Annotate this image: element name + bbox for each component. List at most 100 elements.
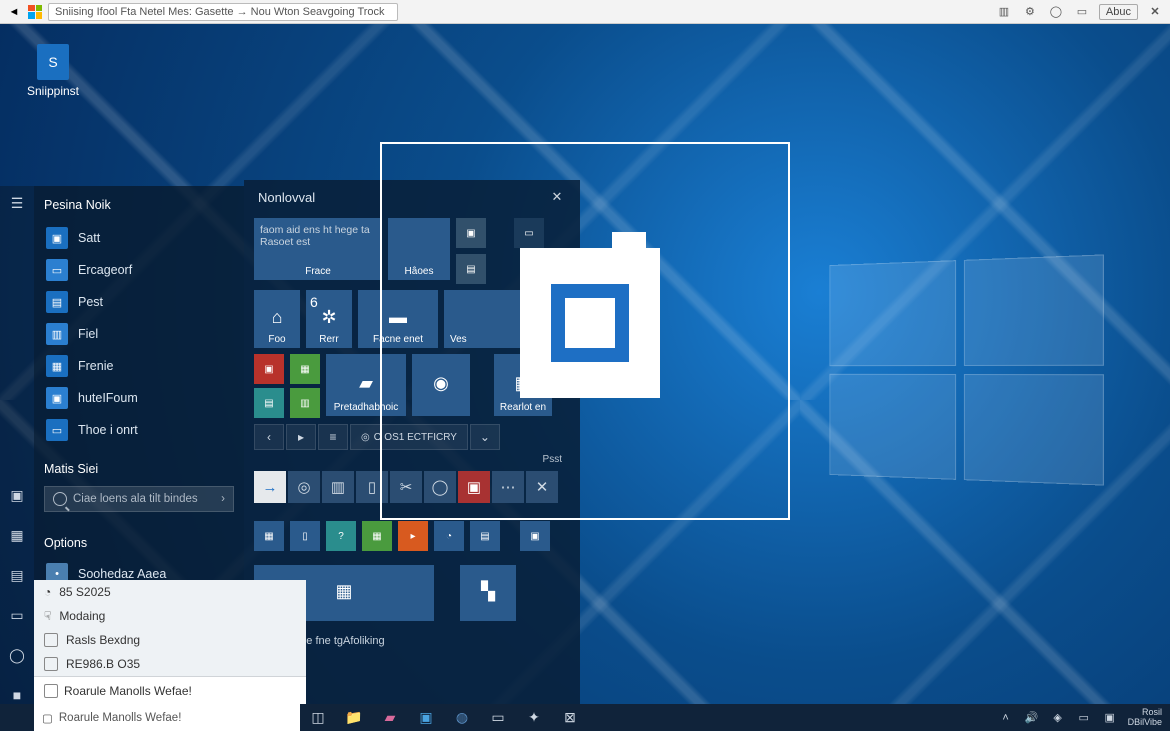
browser-top-bar: ◄ Sniising Ifool Fta Netel Mes: Gasette … xyxy=(0,0,1170,24)
lower-tile-7[interactable]: ▤ xyxy=(470,521,500,551)
taskbar-clock[interactable]: Rosil DBilVibe xyxy=(1128,708,1162,728)
window-icon[interactable]: ▭ xyxy=(1073,3,1091,21)
rail-hamburger-icon[interactable]: ☰ xyxy=(8,194,26,212)
ctrl-label-button[interactable]: ◎O OS1 ECTFICRY xyxy=(350,424,468,450)
start-item-5[interactable]: ▣huteIFoum xyxy=(44,382,234,414)
tray-battery-icon[interactable]: ▭ xyxy=(1076,710,1092,726)
magnifier-icon xyxy=(53,492,67,506)
start-item-3[interactable]: ▥Fiel xyxy=(44,318,234,350)
list-item-icon: ▤ xyxy=(46,291,68,313)
lower-tile-4[interactable]: ▦ xyxy=(362,521,392,551)
ctrl-eq-icon[interactable]: ≡ xyxy=(318,424,348,450)
tile-small-green[interactable]: ▦ xyxy=(290,354,320,384)
lower-tile-6[interactable]: ◔ xyxy=(434,521,464,551)
flag-icon: ▰ xyxy=(359,373,373,394)
tile-ves[interactable]: Ves xyxy=(444,290,524,348)
tray-volume-icon[interactable]: 🔊 xyxy=(1024,710,1040,726)
shortcut-label: Sniippinst xyxy=(18,84,88,98)
popup-row-0[interactable]: ◔85 S2025 xyxy=(34,580,306,604)
taskbar-store-icon[interactable]: ▰ xyxy=(372,704,408,731)
popup-row-1[interactable]: ☟Modaing xyxy=(34,604,306,628)
toolbar-arrow-icon[interactable]: → xyxy=(254,471,286,503)
lower-tile-1[interactable]: ▦ xyxy=(254,521,284,551)
tray-network-icon[interactable]: ◈ xyxy=(1050,710,1066,726)
tile-facne[interactable]: ▬Facne enet xyxy=(358,290,438,348)
start-item-4[interactable]: ▦Frenie xyxy=(44,350,234,382)
lower-tile-2[interactable]: ▯ xyxy=(290,521,320,551)
top-right-button[interactable]: Abuc xyxy=(1099,4,1138,20)
taskbar-search-input[interactable]: ▢ Roarule Manolls Wefae! xyxy=(34,704,300,731)
rail-apps-icon[interactable]: ▦ xyxy=(8,526,26,544)
tile-sub-text: faom aid ens ht hege ta Rasoet est xyxy=(260,224,376,248)
lower-wide-tile-2[interactable]: ▚ xyxy=(460,565,516,621)
rail-windows-icon[interactable]: ■ xyxy=(8,686,26,704)
start-item-2[interactable]: ▤Pest xyxy=(44,286,234,318)
rail-power-icon[interactable]: ◯ xyxy=(8,646,26,664)
taskbar-tools-icon[interactable]: ✦ xyxy=(516,704,552,731)
tile-small-1[interactable]: ▣ xyxy=(456,218,486,248)
tile-small-green2[interactable]: ▥ xyxy=(290,388,320,418)
popup-row-3[interactable]: RE986.B O35 xyxy=(34,652,306,676)
profile-icon[interactable]: ◯ xyxy=(1047,3,1065,21)
tile-small-teal[interactable]: ▤ xyxy=(254,388,284,418)
taskbar-edge-icon[interactable]: ◍ xyxy=(444,704,480,731)
star-icon: ✲ xyxy=(321,307,336,328)
toolbar-circle-icon[interactable]: ◯ xyxy=(424,471,456,503)
lower-tile-8[interactable]: ▣ xyxy=(520,521,550,551)
toolbar-record-icon[interactable]: ▣ xyxy=(458,471,490,503)
tile-text-block[interactable]: faom aid ens ht hege ta Rasoet est Frace xyxy=(254,218,382,280)
back-icon[interactable]: ◄ xyxy=(6,4,22,20)
toolbar-bars-icon[interactable]: ▥ xyxy=(322,471,354,503)
search-placeholder: Ciae loens ala tilt bindes xyxy=(73,493,198,505)
tile-foo[interactable]: ⌂Foo xyxy=(254,290,300,348)
tile-pretad[interactable]: ▰Pretadhabhoic xyxy=(326,354,406,416)
square-icon: ▢ xyxy=(42,711,53,725)
start-item-0[interactable]: ▣Satt xyxy=(44,222,234,254)
start-section-2-header: Matis Siei xyxy=(44,462,234,476)
rail-grid-icon[interactable]: ▤ xyxy=(8,566,26,584)
toolbar-scissors-icon[interactable]: ✂ xyxy=(390,471,422,503)
tray-lang-icon[interactable]: ▣ xyxy=(1102,710,1118,726)
lower-tile-5[interactable]: ▸ xyxy=(398,521,428,551)
rail-pin-icon[interactable]: ▣ xyxy=(8,486,26,504)
start-item-label: huteIFoum xyxy=(78,391,138,405)
taskbar-mail-icon[interactable]: ▣ xyxy=(408,704,444,731)
tile-haoes[interactable]: Hâoes xyxy=(388,218,450,280)
toolbar-wrench-icon[interactable]: ✕ xyxy=(526,471,558,503)
start-item-label: Ercageorf xyxy=(78,263,132,277)
taskbar-taskview-icon[interactable]: ◫ xyxy=(300,704,336,731)
tile-rerr[interactable]: ✲6Rerr xyxy=(306,290,352,348)
windows-four-color-icon[interactable] xyxy=(28,5,42,19)
toolbar-target-icon[interactable]: ◎ xyxy=(288,471,320,503)
taskbar-explorer-icon[interactable]: 📁 xyxy=(336,704,372,731)
clock-icon: ◔ xyxy=(44,585,51,599)
taskbar-copy-icon[interactable]: ▭ xyxy=(480,704,516,731)
tile-small-red[interactable]: ▣ xyxy=(254,354,284,384)
ctrl-chevron-down-icon[interactable]: ⌄ xyxy=(470,424,500,450)
list-item-icon: ▭ xyxy=(46,419,68,441)
rail-document-icon[interactable]: ▭ xyxy=(8,606,26,624)
tiles-close-icon[interactable]: ✕ xyxy=(548,188,566,206)
ctrl-right-label: Psst xyxy=(254,454,562,465)
ctrl-back-icon[interactable]: ‹ xyxy=(254,424,284,450)
desktop-shortcut-snipping[interactable]: S Sniippinst xyxy=(18,44,88,98)
start-item-1[interactable]: ▭Ercageorf xyxy=(44,254,234,286)
start-item-6[interactable]: ▭Thoe i onrt xyxy=(44,414,234,446)
ctrl-play-icon[interactable]: ▸ xyxy=(286,424,316,450)
popup-row-2[interactable]: Rasls Bexdng xyxy=(34,628,306,652)
settings-gear-icon[interactable]: ⚙ xyxy=(1021,3,1039,21)
extension-icon[interactable]: ▥ xyxy=(995,3,1013,21)
tile-small-2[interactable]: ▤ xyxy=(456,254,486,284)
lower-tile-3[interactable]: ? xyxy=(326,521,356,551)
tile-mid-icon[interactable]: ◉ xyxy=(412,354,470,416)
start-search-input[interactable]: Ciae loens ala tilt bindes › xyxy=(44,486,234,512)
windows-logo-graphic xyxy=(829,254,1104,485)
taskbar-close-app-icon[interactable]: ⊠ xyxy=(552,704,588,731)
tray-up-icon[interactable]: ˄ xyxy=(998,710,1014,726)
close-icon[interactable]: ✕ xyxy=(1146,3,1164,21)
toolbar-more-icon[interactable]: ⋯ xyxy=(492,471,524,503)
address-bar[interactable]: Sniising Ifool Fta Netel Mes: Gasette → … xyxy=(48,3,398,21)
toolbar-book-icon[interactable]: ▯ xyxy=(356,471,388,503)
popup-footer[interactable]: Roarule Manolls Wefae! xyxy=(34,676,306,704)
tile-small-3[interactable]: ▭ xyxy=(514,218,544,248)
